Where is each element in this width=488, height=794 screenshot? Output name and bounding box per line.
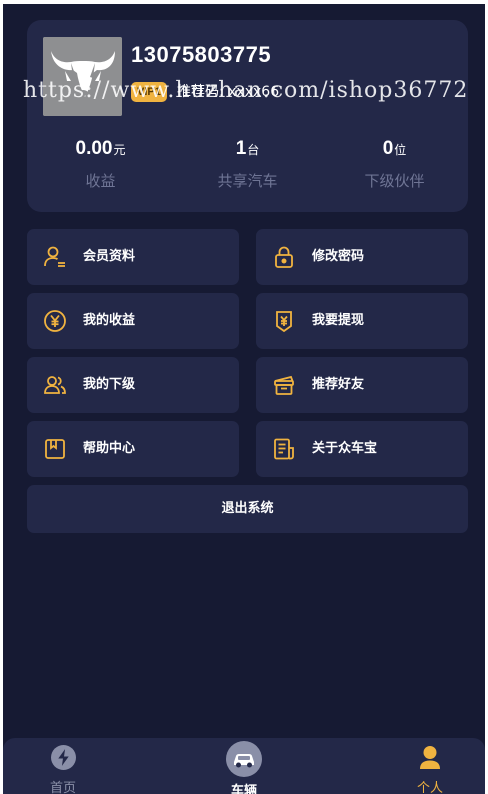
person-icon: [420, 746, 440, 769]
avatar[interactable]: [43, 37, 122, 116]
app-screen: 13075803775 VIP1 推荐码: xxxx66 0.00元 收益 1台…: [3, 4, 485, 794]
menu-my-earnings-label: 我的收益: [83, 313, 136, 328]
stat-shared-cars[interactable]: 1台 共享汽车: [174, 138, 321, 191]
stat-shared-cars-value: 1: [235, 138, 247, 159]
stat-partners-label: 下级伙伴: [364, 172, 425, 190]
menu-my-earnings[interactable]: 我的收益: [27, 293, 239, 349]
menu-refer-friends[interactable]: 推荐好友: [256, 357, 468, 413]
menu-refer-friends-label: 推荐好友: [312, 377, 365, 392]
help-book-icon: [45, 439, 65, 459]
tab-profile-label: 个人: [416, 781, 443, 794]
car-icon: [226, 741, 262, 777]
menu-my-subordinates[interactable]: 我的下级: [27, 357, 239, 413]
menu-my-subordinates-label: 我的下级: [83, 377, 136, 392]
lock-icon: [275, 246, 293, 268]
stat-earnings-label: 收益: [85, 172, 116, 190]
tab-vehicles[interactable]: 车辆: [184, 738, 304, 794]
bull-logo-icon: [43, 37, 122, 116]
users-icon: [44, 376, 66, 394]
menu-change-password-label: 修改密码: [312, 249, 365, 264]
tab-home-label: 首页: [49, 781, 76, 794]
stat-earnings[interactable]: 0.00元 收益: [27, 138, 174, 191]
document-icon: [274, 438, 294, 460]
menu-member-profile-label: 会员资料: [83, 249, 136, 264]
tab-home[interactable]: 首页: [3, 738, 123, 794]
profile-card: 13075803775 VIP1 推荐码: xxxx66 0.00元 收益 1台…: [27, 20, 468, 212]
stat-partners-value: 0: [382, 138, 394, 159]
stat-partners-unit: 位: [394, 143, 407, 157]
menu-change-password[interactable]: 修改密码: [256, 229, 468, 285]
menu-withdraw-label: 我要提现: [312, 313, 365, 328]
watermark-text: https://www.huzhan.com/ishop36772: [23, 78, 469, 103]
phone-number: 13075803775: [131, 42, 272, 67]
stats-row: 0.00元 收益 1台 共享汽车 0位 下级伙伴: [27, 138, 468, 198]
logout-button[interactable]: 退出系统: [27, 485, 468, 533]
bottom-tab-bar: 首页 车辆 个人: [3, 738, 485, 794]
tab-profile[interactable]: 个人: [370, 738, 485, 794]
stat-earnings-unit: 元: [113, 143, 126, 157]
stat-shared-cars-unit: 台: [247, 143, 260, 157]
stat-shared-cars-label: 共享汽车: [217, 172, 278, 190]
stat-earnings-value: 0.00: [75, 138, 113, 159]
menu-about[interactable]: 关于众车宝: [256, 421, 468, 477]
menu-about-label: 关于众车宝: [312, 441, 378, 456]
tab-vehicles-label: 车辆: [230, 784, 257, 794]
user-icon: [44, 246, 65, 267]
stat-partners[interactable]: 0位 下级伙伴: [321, 138, 468, 191]
menu-withdraw[interactable]: 我要提现: [256, 293, 468, 349]
lightning-icon: [51, 745, 76, 770]
menu-member-profile[interactable]: 会员资料: [27, 229, 239, 285]
yen-coin-icon: [44, 310, 66, 332]
withdraw-icon: [276, 311, 292, 333]
menu-help-center[interactable]: 帮助中心: [27, 421, 239, 477]
gift-icon: [274, 375, 294, 395]
menu-help-center-label: 帮助中心: [83, 441, 136, 456]
